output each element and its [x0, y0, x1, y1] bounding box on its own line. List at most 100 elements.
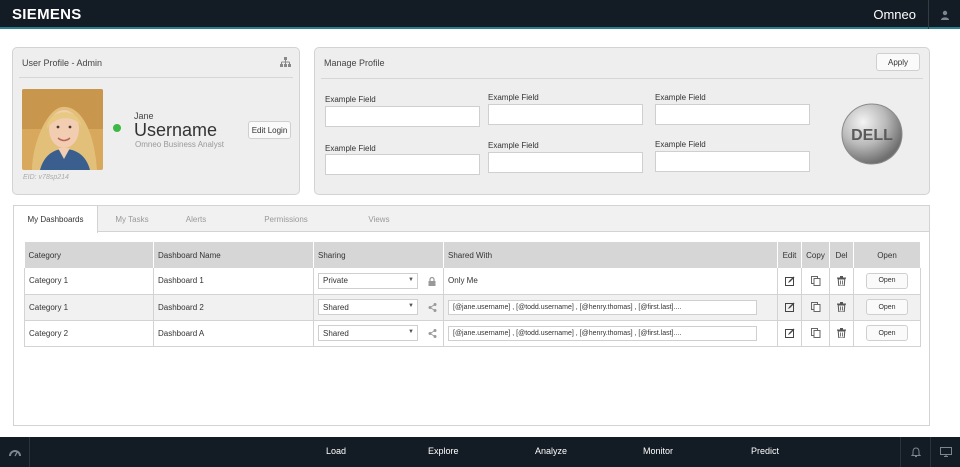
- field-label: Example Field: [488, 141, 539, 150]
- example-field-input[interactable]: [325, 154, 480, 175]
- column-header-sharing[interactable]: Sharing: [313, 242, 444, 268]
- column-header-dashboard-name[interactable]: Dashboard Name: [153, 242, 314, 268]
- column-header-copy: Copy: [801, 242, 830, 268]
- example-field-input[interactable]: [655, 104, 810, 125]
- example-field-input[interactable]: [325, 106, 480, 127]
- column-header-open: Open: [853, 242, 921, 268]
- field-label: Example Field: [655, 140, 706, 149]
- table-header-row: Category Dashboard Name Sharing Shared W…: [24, 242, 921, 268]
- open-cell: Open: [853, 268, 921, 295]
- edit-icon[interactable]: [784, 302, 795, 312]
- monitor-icon: [939, 447, 952, 457]
- delete-cell: [829, 320, 854, 347]
- employee-id: EID: v78sp214: [23, 174, 69, 181]
- nav-load[interactable]: Load: [326, 446, 346, 456]
- trash-icon[interactable]: [837, 328, 846, 338]
- nav-analyze[interactable]: Analyze: [535, 446, 567, 456]
- bottom-nav-bar: Load Explore Analyze Monitor Predict: [0, 437, 960, 467]
- user-menu-button[interactable]: [928, 0, 960, 29]
- edit-cell: [777, 268, 802, 295]
- sharing-select[interactable]: Private ▼: [318, 272, 418, 289]
- delete-cell: [829, 268, 854, 295]
- trash-icon[interactable]: [837, 275, 846, 286]
- dashboard-gauge-button[interactable]: [0, 437, 30, 467]
- manage-profile-title: Manage Profile: [324, 58, 385, 68]
- share-icon[interactable]: [428, 302, 437, 312]
- nav-predict[interactable]: Predict: [751, 446, 779, 456]
- nav-monitor[interactable]: Monitor: [643, 446, 673, 456]
- tab-my-dashboards[interactable]: My Dashboards: [14, 206, 98, 233]
- field-label: Example Field: [325, 144, 376, 153]
- column-header-edit: Edit: [777, 242, 802, 268]
- user-profile-title: User Profile - Admin: [22, 58, 103, 68]
- open-cell: Open: [853, 320, 921, 347]
- table-row: Category 1 Dashboard 2 Shared ▼ [@jane.us…: [24, 294, 921, 321]
- copy-cell: [801, 320, 830, 347]
- sharing-select[interactable]: Shared ▼: [318, 325, 418, 341]
- edit-cell: [777, 294, 802, 321]
- field-label: Example Field: [655, 93, 706, 102]
- chevron-down-icon: ▼: [408, 303, 414, 309]
- online-status-dot: [113, 124, 121, 132]
- sharing-select-value: Shared: [323, 328, 349, 338]
- sharing-select[interactable]: Shared ▼: [318, 299, 418, 315]
- column-header-category[interactable]: Category: [24, 242, 154, 268]
- lock-icon: [428, 276, 436, 286]
- column-header-shared-with[interactable]: Shared With: [443, 242, 778, 268]
- apply-button[interactable]: Apply: [876, 53, 920, 71]
- dashboard-name-cell: Dashboard 1: [153, 268, 314, 295]
- dell-logo: DELL: [841, 103, 903, 165]
- dashboard-gauge-icon: [8, 450, 21, 457]
- notifications-button[interactable]: [900, 437, 930, 467]
- example-field-input[interactable]: [655, 151, 810, 172]
- open-dashboard-button[interactable]: Open: [866, 299, 908, 315]
- dashboards-section: My Dashboards My Tasks Alerts Permission…: [13, 205, 930, 426]
- user-icon: [940, 10, 949, 20]
- share-icon[interactable]: [428, 328, 437, 338]
- example-field-input[interactable]: [488, 152, 643, 173]
- shared-with-cell: [@jane.username] , [@todd.username] , [@…: [443, 294, 778, 321]
- org-chart-icon[interactable]: [280, 57, 291, 67]
- tab-my-tasks[interactable]: My Tasks: [98, 206, 166, 232]
- copy-icon[interactable]: [810, 275, 821, 286]
- username-label: Username: [134, 120, 218, 140]
- shared-with-field[interactable]: [@jane.username] , [@todd.username] , [@…: [448, 299, 757, 315]
- dashboard-name-cell: Dashboard A: [153, 320, 314, 347]
- tab-permissions[interactable]: Permissions: [250, 206, 322, 232]
- open-dashboard-button[interactable]: Open: [866, 272, 908, 289]
- app-name: Omneo: [873, 7, 916, 22]
- shared-with-cell: Only Me: [443, 268, 778, 295]
- trash-icon[interactable]: [837, 302, 846, 312]
- tab-bar: My Dashboards My Tasks Alerts Permission…: [14, 206, 929, 233]
- category-cell: Category 1: [24, 268, 154, 295]
- table-row: Category 1 Dashboard 1 Private ▼ Only Me …: [24, 268, 921, 295]
- avatar-photo: [22, 89, 103, 170]
- chevron-down-icon: ▼: [408, 276, 414, 283]
- field-label: Example Field: [488, 93, 539, 102]
- nav-explore[interactable]: Explore: [428, 446, 459, 456]
- dashboard-name-cell: Dashboard 2: [153, 294, 314, 321]
- category-cell: Category 1: [24, 294, 154, 321]
- example-field-input[interactable]: [488, 104, 643, 125]
- open-cell: Open: [853, 294, 921, 321]
- shared-with-cell: [@jane.username] , [@todd.username] , [@…: [443, 320, 778, 347]
- dashboards-table: Category Dashboard Name Sharing Shared W…: [24, 242, 921, 347]
- copy-icon[interactable]: [810, 302, 821, 312]
- edit-icon[interactable]: [784, 276, 795, 286]
- open-dashboard-button[interactable]: Open: [866, 325, 908, 341]
- shared-with-field[interactable]: [@jane.username] , [@todd.username] , [@…: [448, 325, 757, 341]
- tab-views[interactable]: Views: [354, 206, 404, 232]
- dell-logo-text: DELL: [851, 127, 893, 144]
- chevron-down-icon: ▼: [408, 329, 414, 335]
- bell-icon: [910, 446, 921, 457]
- screen-button[interactable]: [930, 437, 960, 467]
- delete-cell: [829, 294, 854, 321]
- edit-login-button[interactable]: Edit Login: [248, 121, 291, 139]
- sharing-select-value: Private: [323, 276, 348, 286]
- sharing-cell: Private ▼: [313, 268, 444, 295]
- tab-alerts[interactable]: Alerts: [166, 206, 226, 232]
- edit-icon[interactable]: [784, 328, 795, 338]
- category-cell: Category 2: [24, 320, 154, 347]
- copy-icon[interactable]: [810, 328, 821, 338]
- brand-logo: SIEMENS: [12, 6, 82, 23]
